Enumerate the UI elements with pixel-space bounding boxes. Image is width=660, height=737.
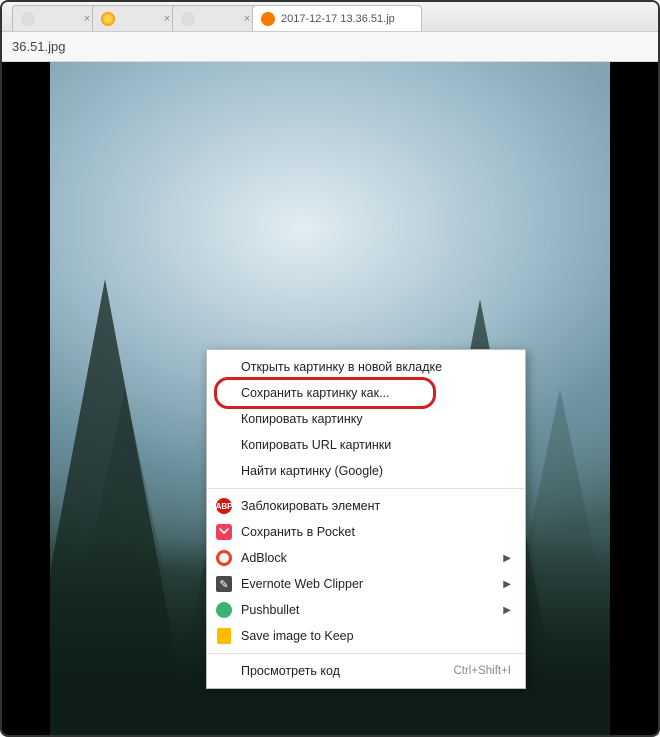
ctx-separator	[207, 653, 525, 654]
address-path: 36.51.jpg	[12, 39, 66, 54]
ctx-inspect[interactable]: Просмотреть код Ctrl+Shift+I	[207, 658, 525, 684]
pocket-icon	[215, 523, 233, 541]
ctx-item-label: AdBlock	[241, 551, 287, 565]
evernote-icon: ✎	[215, 575, 233, 593]
vlc-favicon-icon	[261, 12, 275, 26]
browser-tab-0[interactable]: ×	[12, 5, 102, 31]
ctx-item-label: Открыть картинку в новой вкладке	[241, 360, 442, 374]
browser-tab-2[interactable]: ×	[172, 5, 262, 31]
tab-label: 2017-12-17 13.36.51.jp	[281, 13, 395, 25]
ctx-block-element[interactable]: ABP Заблокировать элемент	[207, 493, 525, 519]
ctx-copy-image-url[interactable]: Копировать URL картинки	[207, 432, 525, 458]
address-bar[interactable]: 36.51.jpg	[2, 32, 658, 62]
ctx-save-to-keep[interactable]: Save image to Keep	[207, 623, 525, 649]
favicon-icon	[21, 12, 35, 26]
browser-tab-1[interactable]: ×	[92, 5, 182, 31]
ctx-pushbullet-submenu[interactable]: Pushbullet ▶	[207, 597, 525, 623]
adblockplus-icon: ABP	[215, 497, 233, 515]
favicon-icon	[181, 12, 195, 26]
favicon-icon	[101, 12, 115, 26]
ctx-item-label: Копировать картинку	[241, 412, 363, 426]
keep-icon	[215, 627, 233, 645]
window-frame: × × × 2017-12-17 13.36.51.jp 36.51.jpg	[0, 0, 660, 737]
ctx-item-label: Копировать URL картинки	[241, 438, 391, 452]
ctx-item-label: Сохранить картинку как...	[241, 386, 390, 400]
ctx-item-label: Найти картинку (Google)	[241, 464, 383, 478]
chevron-right-icon: ▶	[503, 553, 511, 564]
ctx-separator	[207, 488, 525, 489]
ctx-item-label: Save image to Keep	[241, 629, 354, 643]
keyboard-shortcut: Ctrl+Shift+I	[453, 665, 511, 677]
adblock-icon	[215, 549, 233, 567]
context-menu: Открыть картинку в новой вкладке Сохрани…	[206, 349, 526, 689]
ctx-item-label: Сохранить в Pocket	[241, 525, 355, 539]
ctx-save-to-pocket[interactable]: Сохранить в Pocket	[207, 519, 525, 545]
tab-strip: × × × 2017-12-17 13.36.51.jp	[2, 2, 658, 32]
chevron-right-icon: ▶	[503, 605, 511, 616]
ctx-item-label: Заблокировать элемент	[241, 499, 380, 513]
ctx-evernote-submenu[interactable]: ✎ Evernote Web Clipper ▶	[207, 571, 525, 597]
ctx-adblock-submenu[interactable]: AdBlock ▶	[207, 545, 525, 571]
ctx-save-image-as[interactable]: Сохранить картинку как...	[207, 380, 525, 406]
ctx-search-google-image[interactable]: Найти картинку (Google)	[207, 458, 525, 484]
ctx-open-image-new-tab[interactable]: Открыть картинку в новой вкладке	[207, 354, 525, 380]
ctx-item-label: Просмотреть код	[241, 664, 340, 678]
ctx-item-label: Evernote Web Clipper	[241, 577, 363, 591]
ctx-item-label: Pushbullet	[241, 603, 299, 617]
pushbullet-icon	[215, 601, 233, 619]
ctx-copy-image[interactable]: Копировать картинку	[207, 406, 525, 432]
browser-tab-active[interactable]: 2017-12-17 13.36.51.jp	[252, 5, 422, 31]
chevron-right-icon: ▶	[503, 579, 511, 590]
